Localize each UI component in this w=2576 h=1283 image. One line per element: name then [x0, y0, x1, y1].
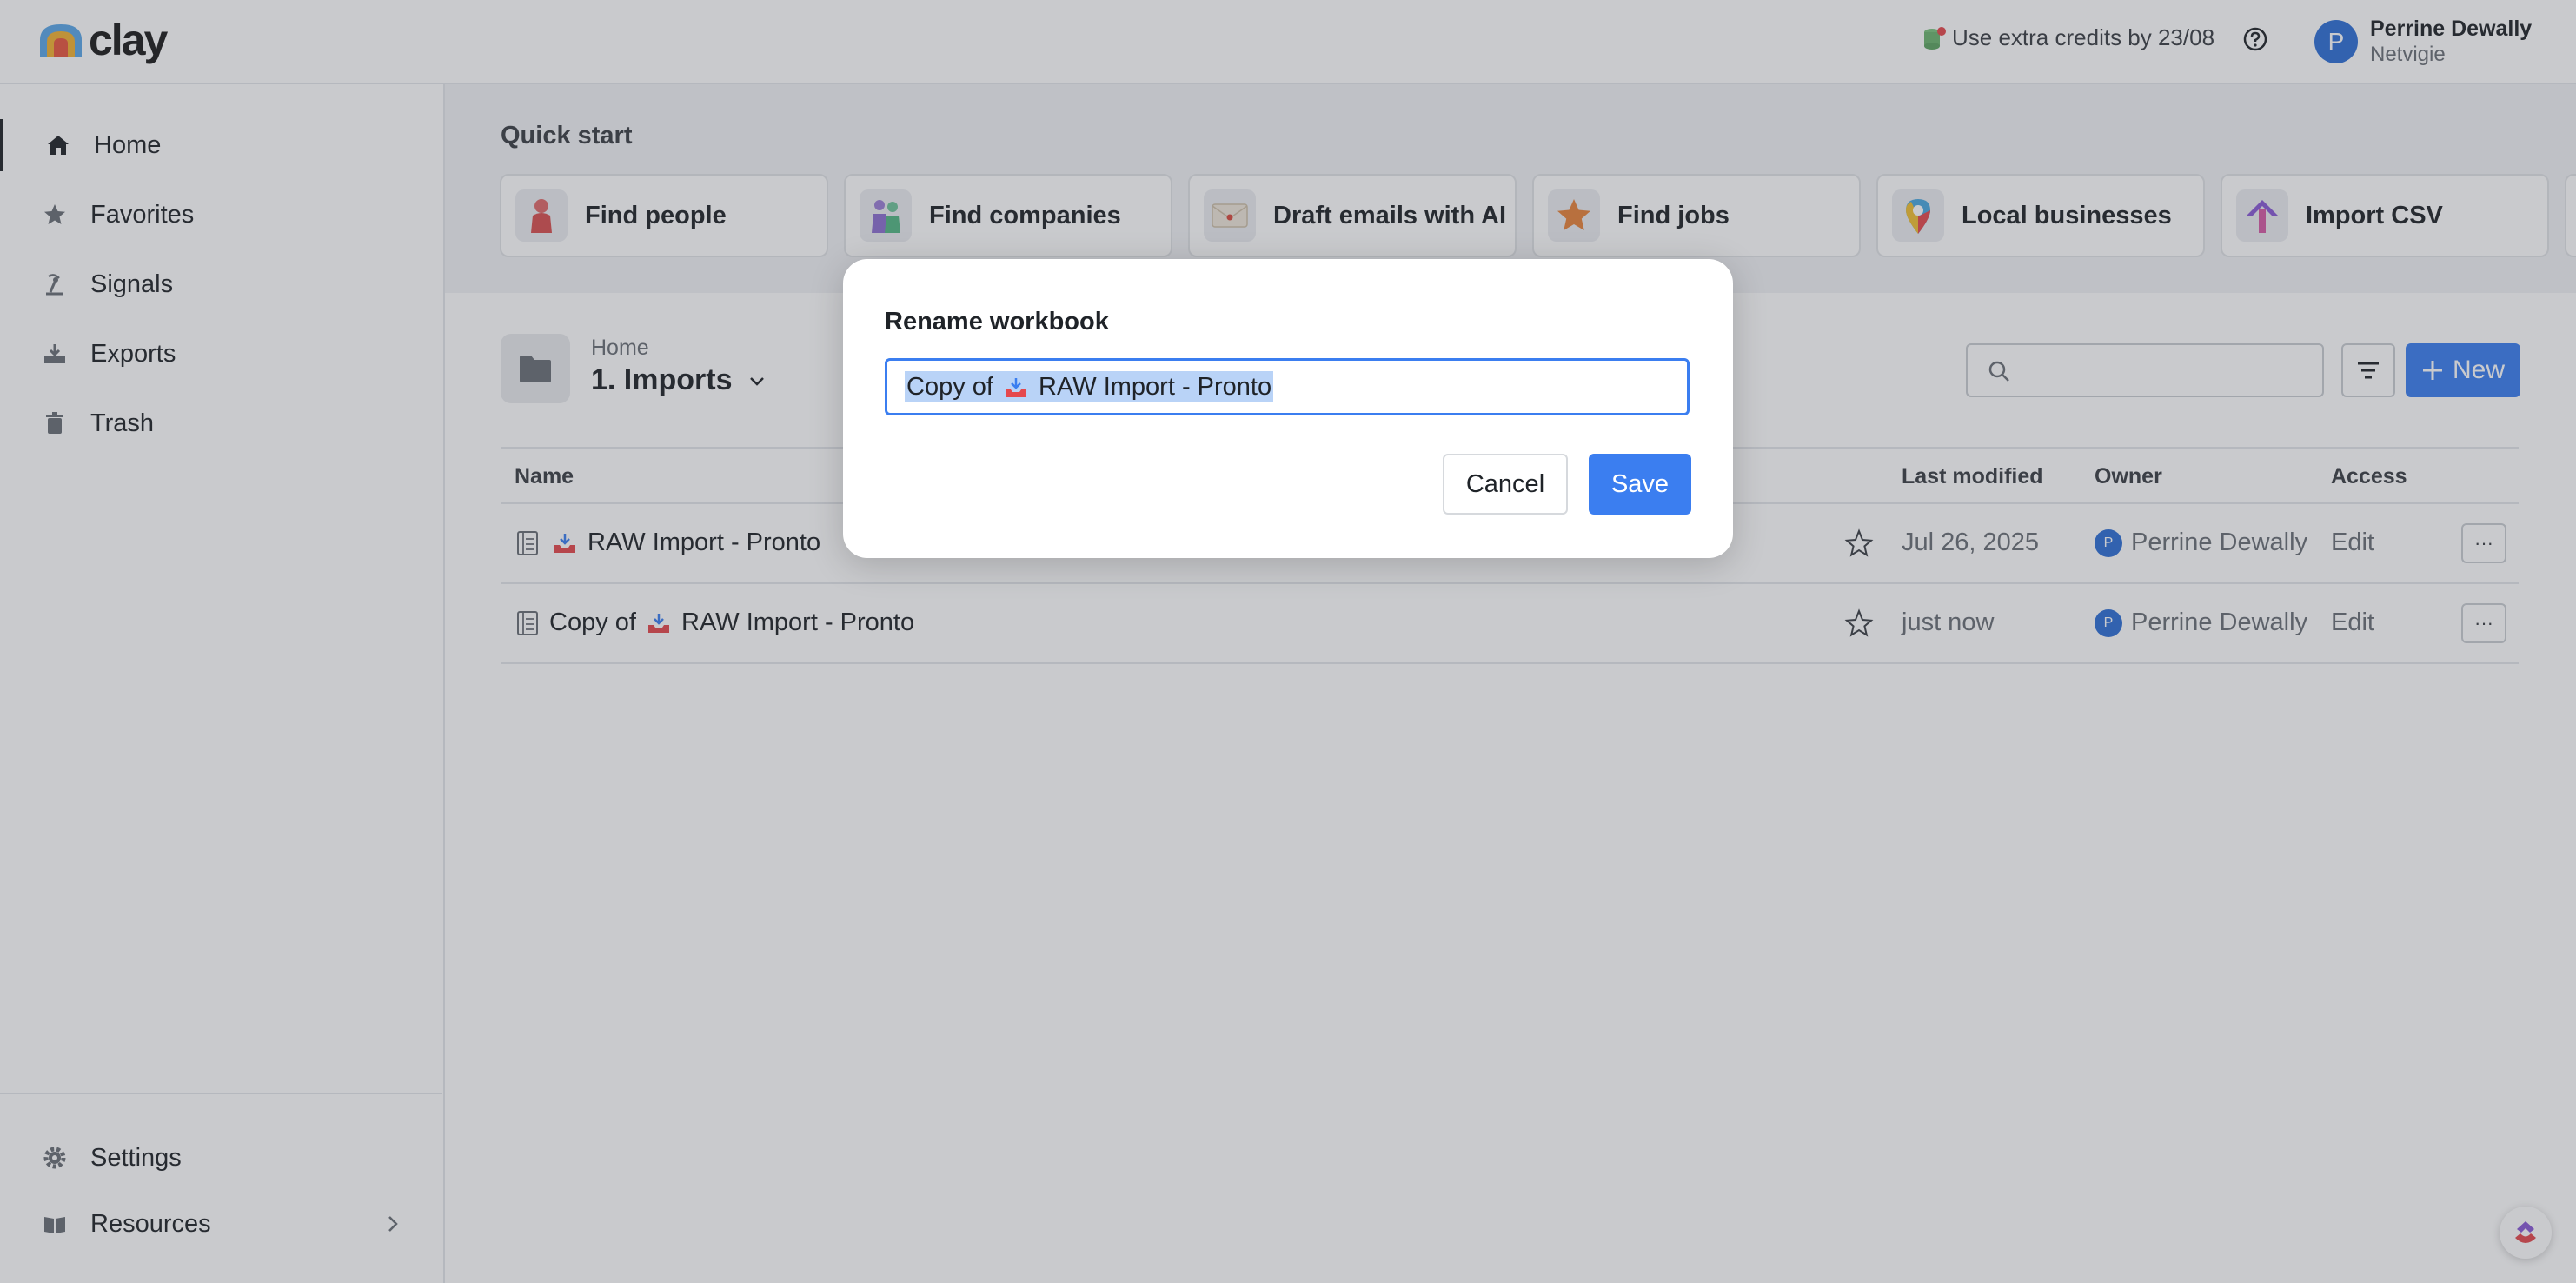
selected-text: Copy of RAW Import - Pronto — [905, 371, 1274, 402]
inbox-tray-icon — [1006, 378, 1026, 398]
cancel-button[interactable]: Cancel — [1443, 454, 1568, 515]
input-value-prefix: Copy of — [906, 373, 1000, 401]
input-value-suffix: RAW Import - Pronto — [1032, 373, 1272, 401]
modal-backdrop[interactable] — [0, 0, 2576, 1283]
save-button[interactable]: Save — [1589, 454, 1691, 515]
rename-workbook-dialog: Rename workbook Copy of RAW Import - Pro… — [843, 259, 1733, 558]
workbook-name-input[interactable]: Copy of RAW Import - Pronto — [885, 358, 1690, 415]
dialog-title: Rename workbook — [885, 308, 1109, 336]
